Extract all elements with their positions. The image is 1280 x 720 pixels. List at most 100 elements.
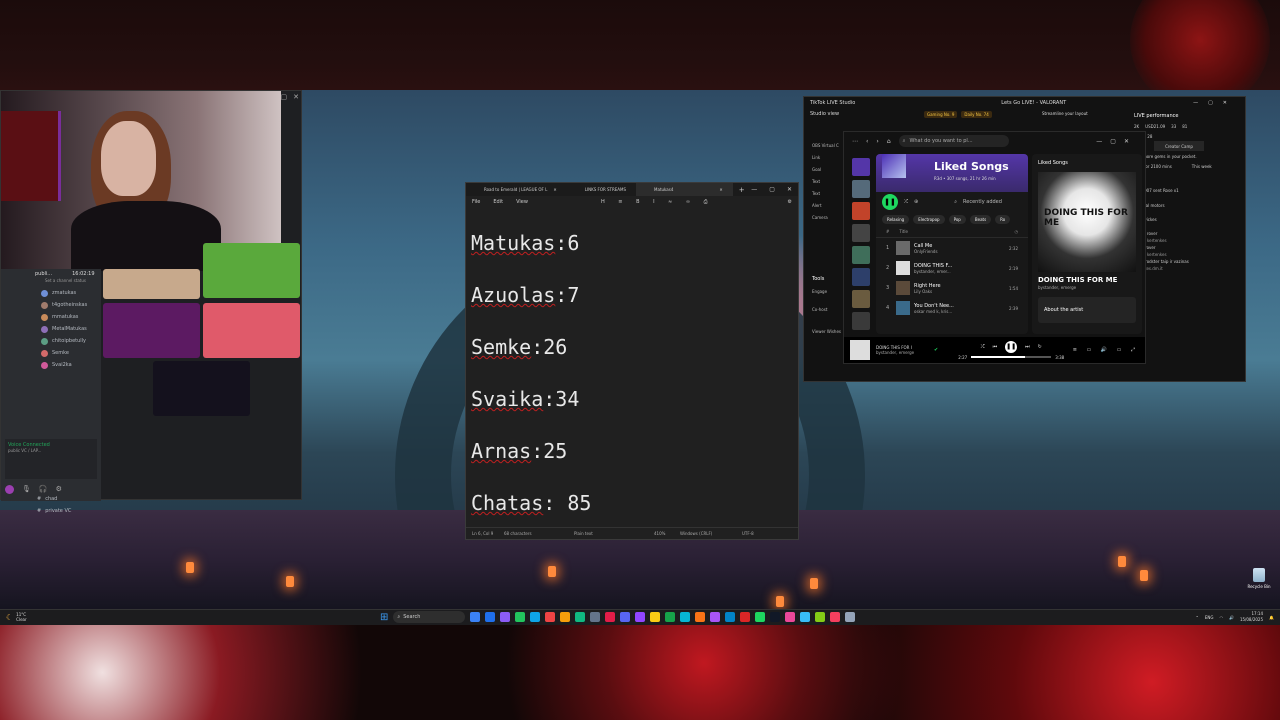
source-item[interactable]: Camera [808, 211, 846, 223]
shuffle-icon[interactable]: ⤮ [981, 344, 985, 350]
player-artist[interactable]: bystander, emerge [876, 350, 928, 355]
source-item[interactable]: Link [808, 151, 846, 163]
mic-icon[interactable]: 🎙 [22, 485, 31, 493]
notifications-icon[interactable]: 🔔 [1269, 615, 1274, 620]
taskbar-app-icon[interactable] [515, 612, 526, 622]
window-controls[interactable]: ▢ ✕ [281, 93, 300, 101]
channel-name[interactable]: publi... [35, 271, 52, 277]
playlist-thumb[interactable] [852, 224, 870, 242]
chevron-up-icon[interactable]: ⌃ [1195, 615, 1198, 620]
taskbar-app-icon[interactable] [530, 612, 541, 622]
taskbar-app-icon[interactable] [470, 612, 481, 622]
extra-controls[interactable]: ≡ ▭ 🔊 ▭ ⤢ [1073, 347, 1145, 353]
progress-bar[interactable] [971, 356, 1052, 358]
restore-icon[interactable]: ▢ [281, 93, 288, 101]
format-toolbar[interactable]: H ≡ B I ≈ ∞ ⎙ [601, 199, 714, 205]
playlist-thumb[interactable] [852, 312, 870, 330]
taskbar-app-icon[interactable] [560, 612, 571, 622]
member-item[interactable]: mmatukas [1, 311, 101, 323]
tab-links-for-streams[interactable]: LINKS FOR STREAMS [567, 183, 636, 196]
taskbar-app-icon[interactable] [740, 612, 751, 622]
search-input[interactable]: ⌕ What do you want to pl... [898, 135, 1009, 147]
track-row[interactable]: 3 Right Here Lily Oaks 1:54 [876, 278, 1028, 298]
taskbar-app-icon[interactable] [710, 612, 721, 622]
track-artist[interactable]: Lily Oaks [914, 289, 996, 294]
source-item[interactable]: Text [808, 187, 846, 199]
wifi-icon[interactable]: ◠ [1219, 615, 1223, 620]
settings-icon[interactable]: ⚙ [788, 199, 798, 205]
taskbar-app-icon[interactable] [770, 612, 781, 622]
member-item[interactable]: chitoipbetully [1, 335, 101, 347]
member-item[interactable]: Svai2ka [1, 359, 101, 371]
taskbar-app-icon[interactable] [695, 612, 706, 622]
period-label[interactable]: This week [1192, 164, 1212, 169]
notepad-window[interactable]: Road to Emerald | LEAGUE OF L ✕ LINKS FOR… [465, 182, 799, 540]
headphones-icon[interactable]: 🎧 [39, 485, 48, 493]
weather-widget[interactable]: ☾ 11°C Clear [6, 612, 27, 622]
previous-icon[interactable]: ⏮ [993, 344, 998, 350]
discord-window[interactable]: ▢ ✕ publi... 16:02:19 Set a channel stat… [0, 90, 302, 514]
member-item[interactable]: t4gotheinskas [1, 299, 101, 311]
now-playing-artist[interactable]: bystander, emerge [1032, 284, 1142, 291]
stream-title[interactable]: Lets Go LIVE! - VALORANT [1001, 100, 1066, 106]
volume-icon[interactable]: 🔊 [1229, 615, 1234, 620]
taskbar-app-icon[interactable] [785, 612, 796, 622]
gaming-rank-badge[interactable]: Gaming No. 9 [924, 111, 958, 118]
tab-road-to-emerald[interactable]: Road to Emerald | LEAGUE OF L ✕ [466, 183, 567, 196]
taskbar-app-icon[interactable] [665, 612, 676, 622]
maximize-icon[interactable]: ▢ [769, 186, 775, 193]
video-tile[interactable] [103, 269, 200, 299]
taskbar-app-icon[interactable] [590, 612, 601, 622]
menu-view[interactable]: View [516, 199, 528, 205]
creator-camp-button[interactable]: Creator Camp [1154, 141, 1204, 151]
taskbar-app-icon[interactable] [725, 612, 736, 622]
playlist-thumb[interactable] [852, 246, 870, 264]
close-icon[interactable]: ✕ [719, 187, 722, 192]
window-controls[interactable]: —▢✕ [1193, 100, 1245, 106]
gear-icon[interactable]: ⚙ [56, 485, 62, 493]
track-artist[interactable]: OnlyFriends [914, 249, 996, 254]
next-icon[interactable]: ⏭ [1025, 344, 1030, 350]
pause-button[interactable]: ❚❚ [882, 194, 898, 210]
taskbar-app-icon[interactable] [680, 612, 691, 622]
window-controls[interactable]: —▢✕ [1096, 138, 1145, 145]
text-area[interactable]: Matukas:6 Azuolas:7 Semke:26 Svaika:34 A… [466, 208, 798, 540]
minimize-icon[interactable]: — [751, 186, 757, 193]
close-icon[interactable]: ✕ [293, 93, 299, 101]
channel-status[interactable]: Set a channel status [45, 278, 86, 283]
back-icon[interactable]: ‹ [866, 138, 868, 145]
playlist-thumb[interactable] [852, 268, 870, 286]
member-item[interactable]: zmatukas [1, 287, 101, 299]
menu-edit[interactable]: Edit [493, 199, 503, 205]
member-item[interactable]: MetalMatukas [1, 323, 101, 335]
video-tile[interactable] [203, 303, 300, 358]
player-art[interactable] [850, 340, 870, 360]
chip-pop[interactable]: Pop [948, 214, 966, 224]
engage-item[interactable]: Engage [808, 285, 846, 297]
playlist-thumb[interactable] [852, 180, 870, 198]
taskbar-app-icon[interactable] [605, 612, 616, 622]
voice-connected-panel[interactable]: Voice Connected public VC / LAP... [5, 439, 97, 479]
chip-relaxing[interactable]: Relaxing [882, 214, 910, 224]
sort-dropdown[interactable]: Recently added [963, 199, 1002, 205]
taskbar-app-icon[interactable] [620, 612, 631, 622]
shuffle-icon[interactable]: ⤮ [904, 199, 908, 205]
chip-beats[interactable]: Beats [969, 214, 992, 224]
menu-file[interactable]: File [472, 199, 480, 205]
close-icon[interactable]: ✕ [553, 187, 556, 192]
playlist-thumb[interactable] [852, 290, 870, 308]
source-item[interactable]: OBS Virtual C [808, 139, 846, 151]
recycle-bin[interactable]: Recycle Bin [1246, 568, 1272, 589]
close-icon[interactable]: ✕ [787, 186, 792, 193]
channel-item-private-vc[interactable]: # private VC [1, 505, 101, 517]
track-row[interactable]: 1 Call Me OnlyFriends 2:32 [876, 238, 1028, 258]
search-icon[interactable]: ⌕ [954, 199, 957, 205]
taskbar-app-icon[interactable] [500, 612, 511, 622]
playlist-thumb[interactable] [852, 158, 870, 176]
new-tab-icon[interactable]: + [733, 186, 745, 194]
track-artist[interactable]: bystander, emer... [914, 269, 996, 274]
about-artist-card[interactable]: About the artist [1038, 297, 1136, 323]
tab-matukas4[interactable]: Matukas4 ✕ [636, 183, 733, 196]
track-artist[interactable]: oskar med k, kris... [914, 309, 996, 314]
taskbar-app-icon[interactable] [650, 612, 661, 622]
